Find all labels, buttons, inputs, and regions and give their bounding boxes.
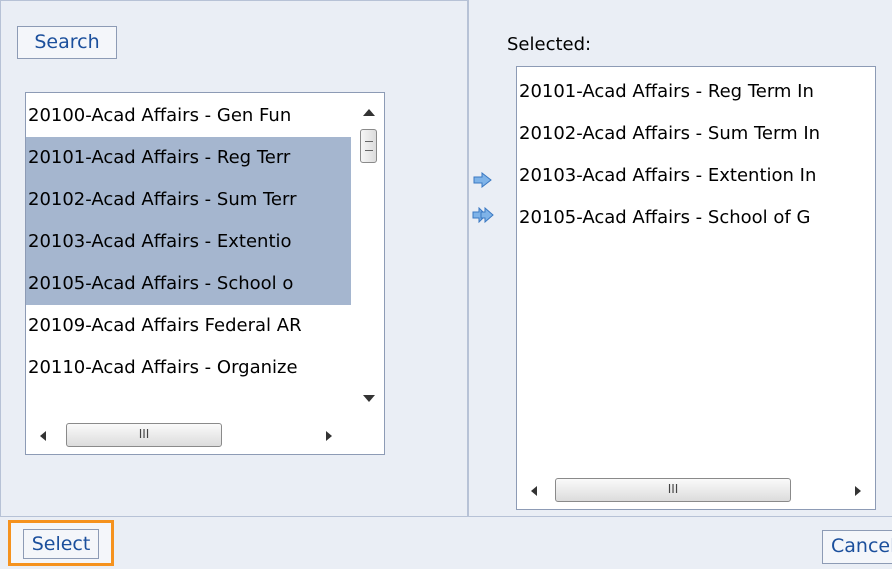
search-button[interactable]: Search xyxy=(17,26,117,59)
double-arrow-right-icon[interactable] xyxy=(472,207,494,223)
source-list-item[interactable]: 20105-Acad Affairs - School o xyxy=(26,263,351,305)
source-list-item[interactable]: 20102-Acad Affairs - Sum Terr xyxy=(26,179,351,221)
scroll-left-icon[interactable] xyxy=(40,431,46,441)
source-list-item[interactable]: 20100-Acad Affairs - Gen Fun xyxy=(26,95,351,137)
selected-label: Selected: xyxy=(507,34,592,55)
select-button-label: Select xyxy=(22,529,100,559)
scroll-up-icon[interactable] xyxy=(363,109,375,116)
selected-list-item[interactable]: 20105-Acad Affairs - School of G xyxy=(517,199,875,237)
source-list-item[interactable]: 20109-Acad Affairs Federal AR xyxy=(26,305,351,347)
vertical-scroll-thumb[interactable] xyxy=(360,129,377,163)
selected-list-item[interactable]: 20101-Acad Affairs - Reg Term In xyxy=(517,73,875,111)
source-listbox[interactable]: 20100-Acad Affairs - Gen Fun 20101-Acad … xyxy=(25,92,385,455)
horizontal-scroll-thumb[interactable]: III xyxy=(555,478,791,502)
selected-listbox[interactable]: 20101-Acad Affairs - Reg Term In 20102-A… xyxy=(516,66,876,510)
arrow-right-icon[interactable] xyxy=(472,172,494,188)
cancel-button[interactable]: Cancel xyxy=(822,530,892,564)
scroll-left-icon[interactable] xyxy=(531,486,537,496)
source-list-item[interactable]: 20103-Acad Affairs - Extentio xyxy=(26,221,351,263)
selected-list-item[interactable]: 20102-Acad Affairs - Sum Term In xyxy=(517,115,875,153)
horizontal-scroll-thumb[interactable]: III xyxy=(66,423,222,447)
scroll-right-icon[interactable] xyxy=(855,486,861,496)
source-list-item[interactable]: 20110-Acad Affairs - Organize xyxy=(26,347,351,389)
source-vertical-scrollbar[interactable] xyxy=(356,93,384,416)
selected-list-item[interactable]: 20103-Acad Affairs - Extention In xyxy=(517,157,875,195)
scroll-right-icon[interactable] xyxy=(326,431,332,441)
source-list-item[interactable]: 20101-Acad Affairs - Reg Terr xyxy=(26,137,351,179)
select-button[interactable]: Select xyxy=(8,520,114,566)
selected-horizontal-scrollbar[interactable]: III xyxy=(517,471,875,509)
scroll-down-icon[interactable] xyxy=(363,395,375,402)
source-horizontal-scrollbar[interactable]: III xyxy=(26,416,384,454)
